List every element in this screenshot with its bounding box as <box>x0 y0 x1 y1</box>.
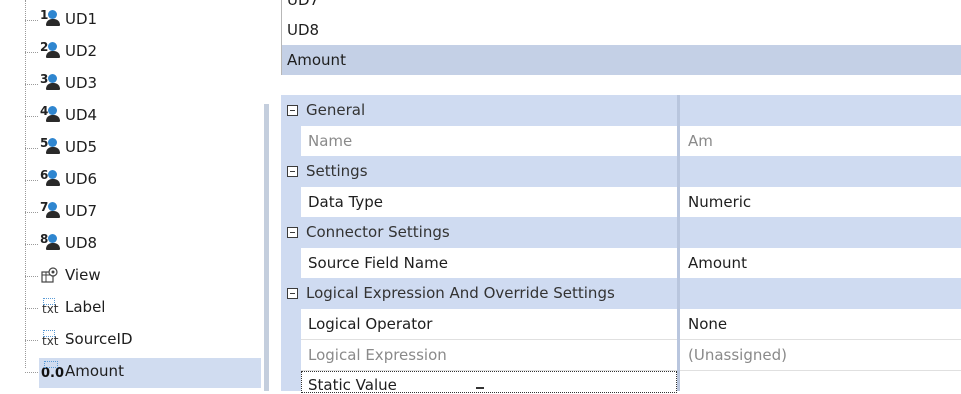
view-icon <box>40 266 62 286</box>
collapse-icon[interactable] <box>287 288 298 299</box>
property-label: Static Value <box>308 376 397 394</box>
grid-column-splitter[interactable] <box>677 95 680 391</box>
property-name[interactable]: Name Am <box>301 126 961 157</box>
list-item-label: UD8 <box>287 21 320 39</box>
tree-item-label: Label <box>65 298 106 316</box>
tree-item-label: UD1 <box>65 10 98 28</box>
category-label: Settings <box>306 162 368 180</box>
tree-item-label: UD2 <box>65 42 98 60</box>
property-data-type[interactable]: Data Type Numeric <box>301 187 961 218</box>
user-dimension-icon: 8 <box>40 232 62 254</box>
list-item-label: Amount <box>287 51 346 69</box>
category-general[interactable]: General <box>281 95 961 125</box>
property-value[interactable]: (Unassigned) <box>688 346 787 364</box>
user-dimension-icon: 2 <box>40 40 62 62</box>
property-value[interactable]: None <box>688 315 727 333</box>
property-source-field-name[interactable]: Source Field Name Amount <box>301 248 961 279</box>
category-label: Logical Expression And Override Settings <box>306 284 615 302</box>
user-dimension-icon: 4 <box>40 104 62 126</box>
tree-item-ud1[interactable]: 1 UD1 <box>25 7 265 33</box>
resize-handle[interactable] <box>476 387 484 389</box>
tree-scrollbar[interactable] <box>264 104 269 391</box>
tree-item-label: UD8 <box>65 234 98 252</box>
tree-item-label: SourceID <box>65 330 133 348</box>
tree-item-label-field[interactable]: txt Label <box>25 295 265 321</box>
list-item-ud7[interactable]: UD7 <box>282 0 961 15</box>
tree-item-ud3[interactable]: 3 UD3 <box>25 71 265 97</box>
list-item-ud8[interactable]: UD8 <box>282 15 961 45</box>
property-label: Data Type <box>308 193 384 211</box>
tree-item-view[interactable]: View <box>25 263 265 289</box>
property-static-value[interactable]: Static Value <box>301 371 677 394</box>
tree-item-label: UD7 <box>65 202 98 220</box>
category-logical-expression[interactable]: Logical Expression And Override Settings <box>281 278 961 308</box>
user-dimension-icon: 1 <box>40 8 62 30</box>
property-logical-operator[interactable]: Logical Operator None <box>301 309 961 340</box>
user-dimension-icon: 7 <box>40 200 62 222</box>
tree-item-label: UD6 <box>65 170 98 188</box>
numeric-icon: 0.0 <box>40 361 64 382</box>
tree-item-sourceid[interactable]: txt SourceID <box>25 327 265 353</box>
user-dimension-icon: 5 <box>40 136 62 158</box>
tree-item-amount[interactable]: 0.0 Amount <box>25 358 265 388</box>
txt-icon: txt <box>40 330 62 350</box>
user-dimension-icon: 6 <box>40 168 62 190</box>
category-label: Connector Settings <box>306 223 450 241</box>
txt-icon: txt <box>40 298 62 318</box>
property-logical-expression[interactable]: Logical Expression (Unassigned) <box>301 340 961 371</box>
tree-item-ud5[interactable]: 5 UD5 <box>25 135 265 161</box>
tree-item-label: View <box>65 266 101 284</box>
category-connector-settings[interactable]: Connector Settings <box>281 217 961 247</box>
tree-item-ud2[interactable]: 2 UD2 <box>25 39 265 65</box>
property-value[interactable]: Am <box>688 132 713 150</box>
tree-item-ud6[interactable]: 6 UD6 <box>25 167 265 193</box>
list-item-label: UD7 <box>287 0 320 9</box>
category-label: General <box>306 101 366 119</box>
property-label: Logical Operator <box>308 315 433 333</box>
tree-item-ud8[interactable]: 8 UD8 <box>25 231 265 257</box>
static-value-field[interactable] <box>680 371 961 391</box>
tree-item-label: UD3 <box>65 74 98 92</box>
tree-item-label: UD5 <box>65 138 98 156</box>
property-label: Name <box>308 132 353 150</box>
tree-item-ud7[interactable]: 7 UD7 <box>25 199 265 225</box>
list-item-amount[interactable]: Amount <box>282 45 961 75</box>
tree-item-label: Amount <box>65 362 124 380</box>
tree-item-label: UD4 <box>65 106 98 124</box>
collapse-icon[interactable] <box>287 166 298 177</box>
property-label: Logical Expression <box>308 346 447 364</box>
property-label: Source Field Name <box>308 254 448 272</box>
property-value[interactable]: Amount <box>688 254 747 272</box>
dimension-tree: 1 UD1 2 UD2 3 UD3 4 UD4 5 UD5 6 UD6 7 UD… <box>0 0 270 391</box>
collapse-icon[interactable] <box>287 227 298 238</box>
collapse-icon[interactable] <box>287 105 298 116</box>
property-value[interactable]: Numeric <box>688 193 751 211</box>
tree-item-ud4[interactable]: 4 UD4 <box>25 103 265 129</box>
user-dimension-icon: 3 <box>40 72 62 94</box>
category-settings[interactable]: Settings <box>281 156 961 186</box>
